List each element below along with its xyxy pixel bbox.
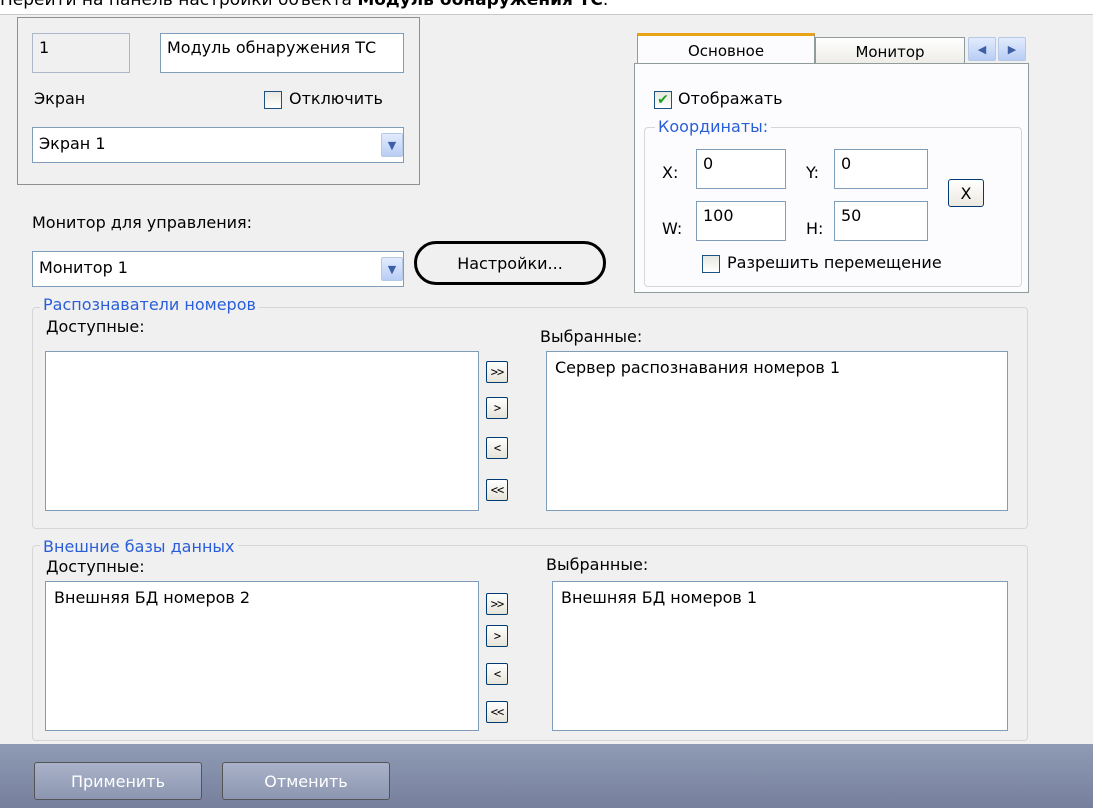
- recognizers-selected-label: Выбранные:: [540, 327, 643, 346]
- checkmark-icon: ✔: [657, 92, 669, 108]
- tab-scroll-right[interactable]: ▶: [998, 37, 1026, 61]
- h-field[interactable]: 50: [834, 201, 928, 241]
- remove-all-button[interactable]: <<: [486, 479, 508, 501]
- tab-scroll-left[interactable]: ◀: [968, 37, 996, 61]
- databases-available-label: Доступные:: [46, 557, 145, 576]
- apply-button[interactable]: Применить: [34, 762, 202, 800]
- arrow-left-right-icon[interactable]: ◀ ▶: [968, 37, 1028, 61]
- recognizers-available-list[interactable]: [45, 351, 479, 511]
- databases-title: Внешние базы данных: [40, 537, 238, 556]
- x-field[interactable]: 0: [696, 149, 786, 189]
- add-button[interactable]: >: [486, 625, 508, 647]
- remove-all-button[interactable]: <<: [486, 701, 508, 723]
- y-field[interactable]: 0: [834, 149, 928, 189]
- object-name-field[interactable]: Модуль обнаружения ТС: [160, 33, 404, 73]
- chevron-down-icon[interactable]: ▼: [381, 133, 403, 157]
- x-label: X:: [662, 163, 679, 182]
- caption: Перейти на панель настройки объекта Моду…: [0, 0, 609, 10]
- disable-label: Отключить: [289, 89, 383, 108]
- show-label: Отображать: [678, 89, 783, 108]
- cancel-button[interactable]: Отменить: [222, 762, 390, 800]
- databases-selected-list[interactable]: Внешняя БД номеров 1: [552, 581, 1008, 731]
- object-id-field[interactable]: 1: [32, 33, 130, 73]
- recognizers-title: Распознаватели номеров: [40, 295, 259, 314]
- remove-button[interactable]: <: [486, 437, 508, 459]
- recognizers-available-label: Доступные:: [46, 317, 145, 336]
- coords-title: Координаты:: [655, 117, 772, 136]
- footer-bar: Применить Отменить: [0, 744, 1093, 808]
- screen-select-value: Экран 1: [39, 134, 106, 153]
- y-label: Y:: [806, 163, 820, 182]
- list-item[interactable]: Внешняя БД номеров 2: [54, 588, 470, 607]
- tab-monitor[interactable]: Монитор: [815, 37, 965, 65]
- monitor-select[interactable]: Монитор 1: [32, 251, 404, 287]
- add-button[interactable]: >: [486, 397, 508, 419]
- reset-coords-button[interactable]: X: [948, 179, 984, 207]
- list-item[interactable]: Сервер распознавания номеров 1: [555, 358, 999, 377]
- allow-move-label: Разрешить перемещение: [727, 253, 942, 272]
- add-all-button[interactable]: >>: [486, 593, 508, 615]
- monitor-label: Монитор для управления:: [32, 213, 253, 232]
- monitor-select-value: Монитор 1: [39, 258, 128, 277]
- h-label: H:: [806, 219, 824, 238]
- remove-button[interactable]: <: [486, 663, 508, 685]
- disable-checkbox[interactable]: [264, 91, 282, 109]
- recognizers-selected-list[interactable]: Сервер распознавания номеров 1: [546, 351, 1008, 511]
- screen-select[interactable]: Экран 1: [32, 127, 404, 163]
- settings-button[interactable]: Настройки...: [414, 241, 606, 285]
- w-label: W:: [662, 219, 683, 238]
- list-item[interactable]: Внешняя БД номеров 1: [561, 588, 999, 607]
- add-all-button[interactable]: >>: [486, 361, 508, 383]
- databases-available-list[interactable]: Внешняя БД номеров 2: [45, 581, 479, 731]
- chevron-down-icon[interactable]: ▼: [381, 257, 403, 281]
- allow-move-checkbox[interactable]: [702, 255, 720, 273]
- databases-selected-label: Выбранные:: [546, 555, 649, 574]
- tab-main[interactable]: Основное: [637, 33, 815, 65]
- screen-label: Экран: [34, 89, 86, 108]
- settings-panel: 1 Модуль обнаружения ТС Экран Отключить …: [0, 14, 1093, 744]
- w-field[interactable]: 100: [696, 201, 786, 241]
- show-checkbox[interactable]: ✔: [654, 91, 672, 109]
